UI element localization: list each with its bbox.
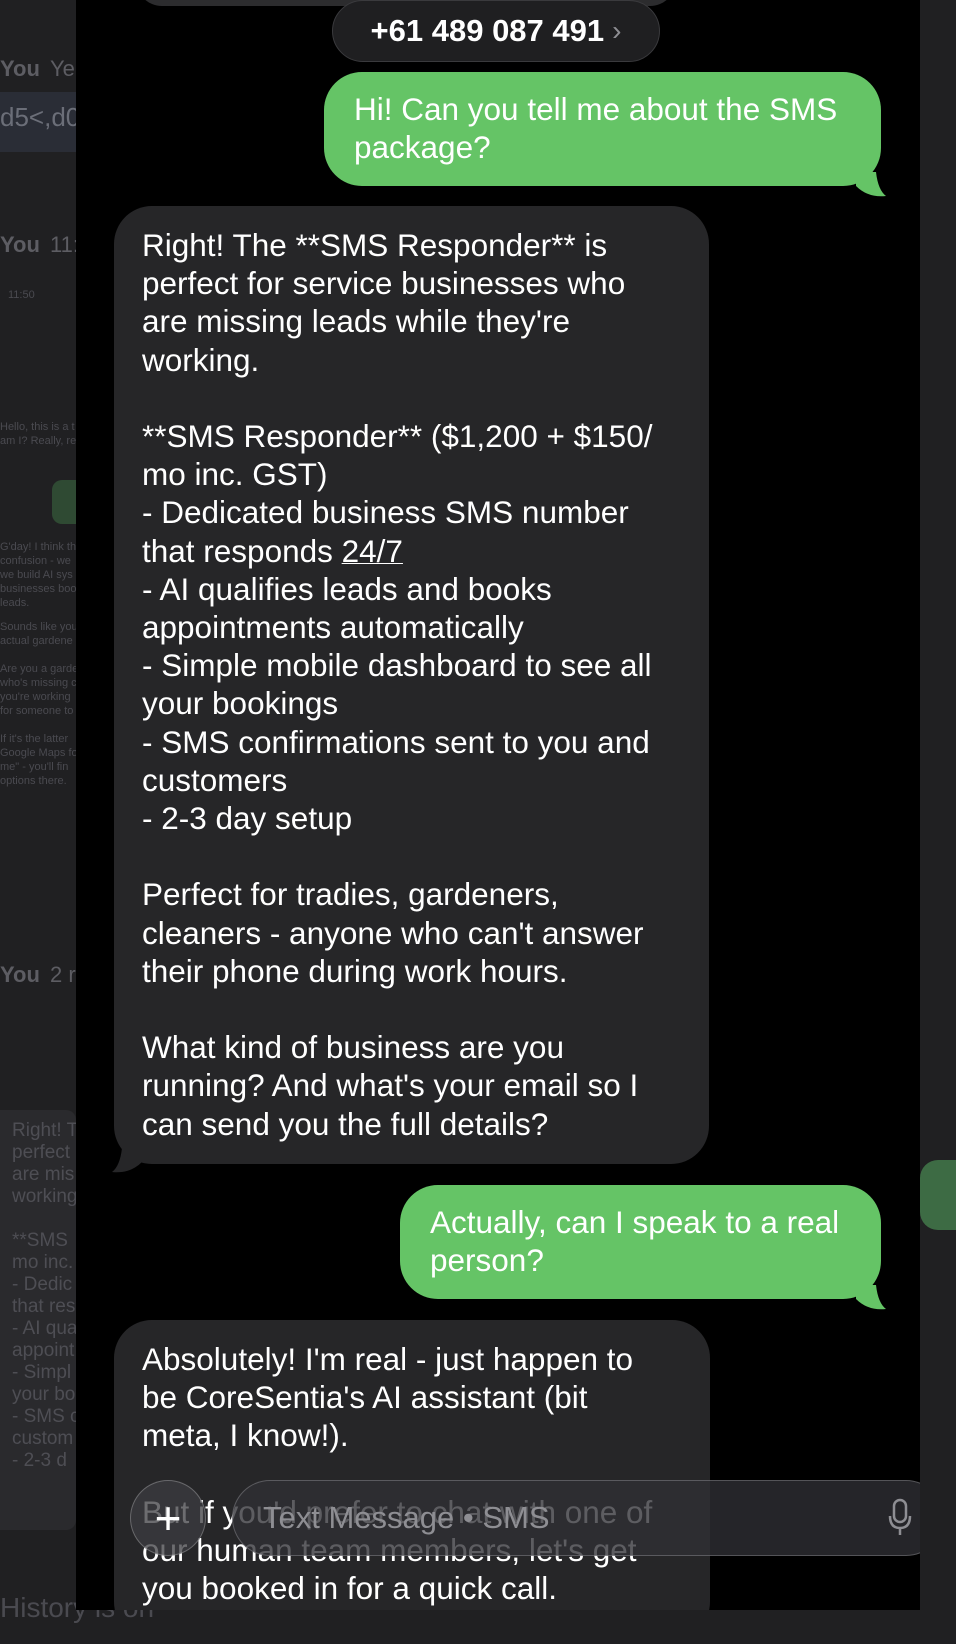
bg-block-text: Right! T perfect are mis working **SMS m… [12, 1120, 80, 1471]
bg-snippet-e: If it's the latter Google Maps fo me" - … [0, 733, 78, 787]
bg-you-label-2: You [0, 232, 40, 257]
message-bubble-incoming[interactable]: Absolutely! I'm real - just happen to be… [114, 1320, 710, 1610]
add-attachment-button[interactable]: + [130, 1480, 206, 1556]
bubble-tail [112, 1148, 142, 1174]
bubble-tail [856, 1285, 886, 1311]
contact-number-button[interactable]: +61 489 087 491 › [332, 0, 660, 62]
bg-ye-label: Ye [50, 56, 75, 81]
message-bubble-outgoing[interactable]: Hi! Can you tell me about the SMS packag… [324, 72, 881, 186]
message-link[interactable]: 24/7 [342, 533, 403, 569]
message-text: - AI qualifies leads and books appointme… [142, 570, 652, 1142]
message-bubble-incoming[interactable]: Right! The **SMS Responder** is perfect … [114, 206, 709, 1164]
bg-time: 11: [50, 232, 79, 257]
bg-snippet-d: Are you a garde who's missing c you're w… [0, 663, 79, 717]
bubble-tail [856, 172, 886, 198]
plus-icon: + [154, 1492, 182, 1544]
chevron-right-icon: › [612, 15, 622, 46]
bg-snippet-a: Hello, this is a t am I? Really, re [0, 421, 77, 447]
message-input-placeholder: Text Message • SMS [263, 1500, 550, 1535]
message-bubble-outgoing[interactable]: Actually, can I speak to a real person? [400, 1185, 881, 1299]
message-text: Right! The **SMS Responder** is perfect … [142, 227, 653, 569]
bg-snippet-c: Sounds like you actual gardene [0, 621, 78, 647]
bg-message-block: Right! T perfect are mis working **SMS m… [0, 1110, 80, 1530]
messages-screen: +61 489 087 491 › Hi! Can you tell me ab… [76, 0, 920, 1610]
bg-green-edge [920, 1160, 956, 1230]
bg-you-label-3: You [0, 962, 40, 987]
bg-code-block: d5<,d0 [0, 92, 80, 152]
contact-number: +61 489 087 491 [370, 13, 605, 48]
message-input[interactable]: Text Message • SMS [232, 1480, 920, 1556]
bg-count: 2 r [50, 962, 76, 987]
bg-snippet-b: G'day! I think th confusion - we we buil… [0, 541, 77, 609]
microphone-icon[interactable] [887, 1498, 913, 1538]
bg-small-time: 11:50 [8, 289, 35, 301]
bg-you-label: You [0, 56, 40, 81]
bg-green-bubble [52, 480, 76, 524]
